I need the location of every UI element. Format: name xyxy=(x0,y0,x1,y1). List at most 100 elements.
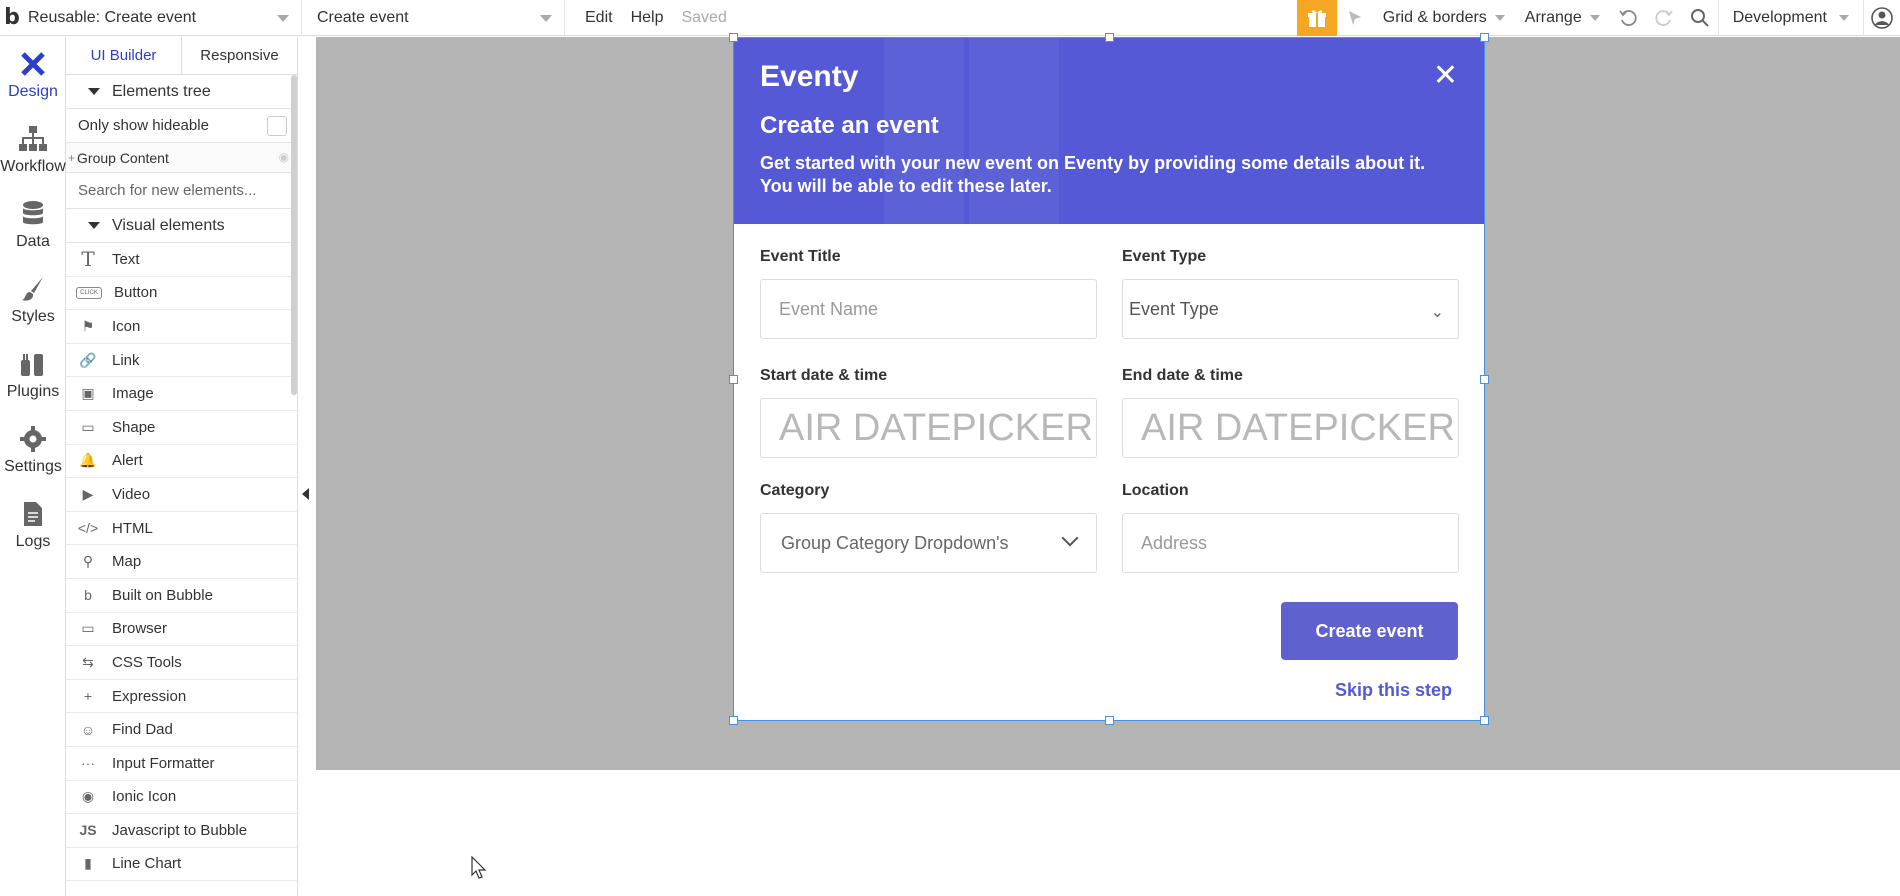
popup-description: Get started with your new event on Event… xyxy=(760,153,1426,196)
database-icon xyxy=(18,199,48,229)
design-icon xyxy=(18,49,48,79)
only-show-hideable-checkbox[interactable] xyxy=(267,116,287,136)
pointer-icon[interactable] xyxy=(1337,0,1373,36)
visual-element-label: Browser xyxy=(112,620,168,638)
resize-handle[interactable] xyxy=(1480,375,1489,384)
element-type-icon: ⚲ xyxy=(82,553,94,570)
gift-icon[interactable] xyxy=(1296,0,1337,36)
search-icon[interactable] xyxy=(1682,0,1718,36)
visual-element-item[interactable]: T Text xyxy=(66,243,297,277)
visual-element-item[interactable]: ··· Input Formatter xyxy=(66,747,297,781)
element-type-icon: T xyxy=(81,247,95,272)
expand-plus-icon[interactable]: + xyxy=(68,151,75,165)
resize-handle[interactable] xyxy=(1105,716,1114,725)
visual-element-label: Button xyxy=(114,284,158,302)
visual-element-item[interactable]: CLICK Button xyxy=(66,277,297,311)
visual-element-item[interactable]: ▣ Image xyxy=(66,377,297,411)
element-type-icon: ··· xyxy=(81,755,95,772)
location-label: Location xyxy=(1122,482,1189,499)
resize-handle[interactable] xyxy=(1480,33,1489,42)
environment-selector[interactable]: Development xyxy=(1717,0,1864,36)
resize-handle[interactable] xyxy=(729,716,738,725)
redo-icon[interactable] xyxy=(1646,0,1682,36)
visual-element-item[interactable]: 🔔 Alert xyxy=(66,445,297,479)
category-dropdown[interactable]: Group Category Dropdown's xyxy=(760,513,1097,573)
bubble-logo-icon[interactable]: b xyxy=(0,0,24,36)
only-show-hideable-label: Only show hideable xyxy=(78,117,209,134)
element-selector[interactable]: Create event xyxy=(302,0,565,36)
grid-borders-menu[interactable]: Grid & borders xyxy=(1373,0,1515,36)
visual-element-item[interactable]: ⚲ Map xyxy=(66,545,297,579)
element-type-icon: 🔔 xyxy=(79,452,97,469)
close-icon[interactable]: ✕ xyxy=(1433,58,1458,93)
visual-element-item[interactable]: </> HTML xyxy=(66,512,297,546)
arrange-menu[interactable]: Arrange xyxy=(1515,0,1610,36)
rail-workflow[interactable]: Workflow xyxy=(0,112,66,187)
rail-design[interactable]: Design xyxy=(0,37,66,112)
visual-element-item[interactable]: ▶ Video xyxy=(66,478,297,512)
visual-element-item[interactable]: ▮ Line Chart xyxy=(66,848,297,882)
menu-edit[interactable]: Edit xyxy=(565,0,627,36)
resize-handle[interactable] xyxy=(729,375,738,384)
resize-handle[interactable] xyxy=(1105,33,1114,42)
element-type-icon: ▣ xyxy=(81,385,95,402)
visual-element-item[interactable]: + Expression xyxy=(66,680,297,714)
arrange-label: Arrange xyxy=(1524,9,1582,26)
rail-styles[interactable]: Styles xyxy=(0,262,66,337)
visual-element-label: Built on Bubble xyxy=(112,586,213,604)
create-event-button[interactable]: Create event xyxy=(1281,602,1458,660)
elements-tree-toggle[interactable]: Elements tree xyxy=(66,75,297,109)
skip-step-link[interactable]: Skip this step xyxy=(1335,680,1452,701)
event-type-select[interactable]: Event Type ⌄ xyxy=(1122,279,1459,339)
tab-responsive[interactable]: Responsive xyxy=(182,37,297,74)
location-input[interactable]: Address xyxy=(1122,513,1459,573)
visual-element-label: Find Dad xyxy=(112,721,173,739)
visual-element-item[interactable]: ▭ Shape xyxy=(66,411,297,445)
rail-plugins[interactable]: Plugins xyxy=(0,337,66,412)
panel-scrollbar[interactable] xyxy=(291,75,297,395)
event-title-input[interactable]: Event Name xyxy=(760,279,1097,339)
create-event-popup[interactable]: Eventy Create an event Get started with … xyxy=(729,33,1489,725)
collapse-panel-icon[interactable] xyxy=(302,488,309,500)
element-selector-label: Create event xyxy=(317,8,409,26)
category-value: Group Category Dropdown's xyxy=(781,532,1009,553)
resize-handle[interactable] xyxy=(729,33,738,42)
visual-element-item[interactable]: ⇆ CSS Tools xyxy=(66,646,297,680)
eye-icon[interactable]: ◉ xyxy=(279,150,289,164)
undo-icon[interactable] xyxy=(1610,0,1646,36)
visual-element-item[interactable]: ▭ Browser xyxy=(66,613,297,647)
rail-plugins-label: Plugins xyxy=(6,382,60,400)
visual-element-item[interactable]: b Built on Bubble xyxy=(66,579,297,613)
tree-item-group-content[interactable]: + Group Content ◉ xyxy=(66,143,297,173)
chevron-down-icon xyxy=(1589,15,1600,21)
workflow-icon xyxy=(18,124,48,154)
rail-data[interactable]: Data xyxy=(0,187,66,262)
resize-handle[interactable] xyxy=(1480,716,1489,725)
rail-settings[interactable]: Settings xyxy=(0,412,66,487)
visual-element-item[interactable]: ⚑ Icon xyxy=(66,310,297,344)
visual-element-item[interactable]: JS Javascript to Bubble xyxy=(66,814,297,848)
chevron-down-icon xyxy=(277,14,289,22)
end-datepicker[interactable]: AIR DATEPICKER xyxy=(1122,398,1459,458)
popup-title: Create an event xyxy=(760,112,939,139)
element-search-input[interactable]: Search for new elements... xyxy=(66,173,297,209)
visual-elements-list: T Text CLICK Button ⚑ Icon 🔗 Link ▣ Image ▭ Shape 🔔 A… xyxy=(66,243,297,882)
visual-element-item[interactable]: ☺ Find Dad xyxy=(66,713,297,747)
page-selector[interactable]: Reusable: Create event xyxy=(24,0,302,36)
visual-element-item[interactable]: 🔗 Link xyxy=(66,344,297,378)
menu-help[interactable]: Help xyxy=(627,0,668,36)
user-avatar-icon[interactable] xyxy=(1864,0,1900,36)
rail-logs[interactable]: Logs xyxy=(0,487,66,562)
element-type-icon: JS xyxy=(79,822,97,839)
visual-elements-toggle[interactable]: Visual elements xyxy=(66,209,297,243)
start-date-label: Start date & time xyxy=(760,367,888,384)
rail-settings-label: Settings xyxy=(4,457,62,475)
element-type-icon: ⚑ xyxy=(81,317,95,334)
only-show-hideable-row: Only show hideable xyxy=(66,109,297,143)
left-rail: Design Workflow Data Styles Plugins Sett… xyxy=(0,37,66,896)
tab-ui-builder[interactable]: UI Builder xyxy=(66,37,182,74)
visual-element-item[interactable]: ◉ Ionic Icon xyxy=(66,781,297,815)
start-datepicker[interactable]: AIR DATEPICKER xyxy=(760,398,1097,458)
event-title-label: Event Title xyxy=(760,248,841,265)
group-content-label: Group Content xyxy=(77,149,169,166)
